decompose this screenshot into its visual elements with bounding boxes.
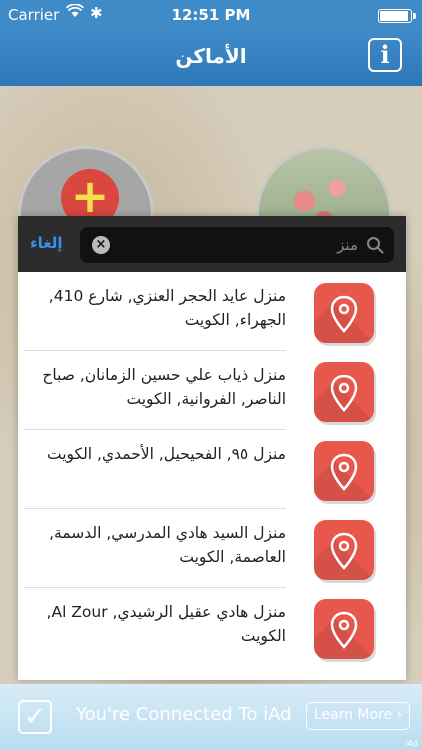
result-address: منزل عايد الحجر العنزي, شارع 410, الجهرا… <box>48 287 286 329</box>
page-title: الأماكن <box>175 44 247 68</box>
learn-more-button[interactable]: Learn More › <box>306 702 410 730</box>
results-list: منزل عايد الحجر العنزي, شارع 410, الجهرا… <box>18 272 406 667</box>
location-pin-icon <box>314 599 374 659</box>
info-button[interactable]: i <box>368 38 402 72</box>
list-item[interactable]: منزل السيد هادي المدرسي, الدسمة, العاصمة… <box>18 509 406 588</box>
ad-message: You're Connected To iAd <box>76 704 292 725</box>
location-pin-icon <box>314 283 374 343</box>
location-pin-icon <box>314 520 374 580</box>
list-item[interactable]: منزل ٩٥, الفحيحيل, الأحمدي, الكويت <box>18 430 406 509</box>
info-icon: i <box>380 40 390 69</box>
location-pin-icon <box>314 362 374 422</box>
list-item[interactable]: منزل هادي عقيل الرشيدي, Al Zour, الكويت <box>18 588 406 667</box>
status-bar: Carrier ✱ 12:51 PM <box>0 0 422 30</box>
result-address: منزل ذياب علي حسين الزمانان, صباح الناصر… <box>42 366 286 408</box>
search-field[interactable]: × <box>80 227 394 263</box>
list-item[interactable]: منزل ذياب علي حسين الزمانان, صباح الناصر… <box>18 351 406 430</box>
result-address: منزل ٩٥, الفحيحيل, الأحمدي, الكويت <box>46 445 286 463</box>
search-input[interactable] <box>118 233 358 257</box>
list-item[interactable]: منزل عايد الحجر العنزي, شارع 410, الجهرا… <box>18 272 406 351</box>
plus-icon: + <box>70 169 110 223</box>
result-address: منزل السيد هادي المدرسي, الدسمة, العاصمة… <box>49 524 286 566</box>
battery-icon <box>378 9 416 23</box>
cancel-button[interactable]: إلغاء <box>30 234 63 252</box>
status-time: 12:51 PM <box>171 6 251 24</box>
search-bar: إلغاء × <box>18 216 406 272</box>
result-address: منزل هادي عقيل الرشيدي, Al Zour, الكويت <box>46 603 286 645</box>
location-pin-icon <box>314 441 374 501</box>
search-panel: إلغاء × منزل عايد الحجر العنزي, شارع 410… <box>18 216 406 680</box>
navigation-bar: الأماكن i <box>0 30 422 86</box>
iad-banner[interactable]: ✓ You're Connected To iAd Learn More › i… <box>0 684 422 750</box>
clear-icon[interactable]: × <box>92 236 110 254</box>
iad-mark: iAd <box>405 739 418 748</box>
checkmark-icon: ✓ <box>18 700 52 734</box>
search-icon <box>367 237 384 254</box>
